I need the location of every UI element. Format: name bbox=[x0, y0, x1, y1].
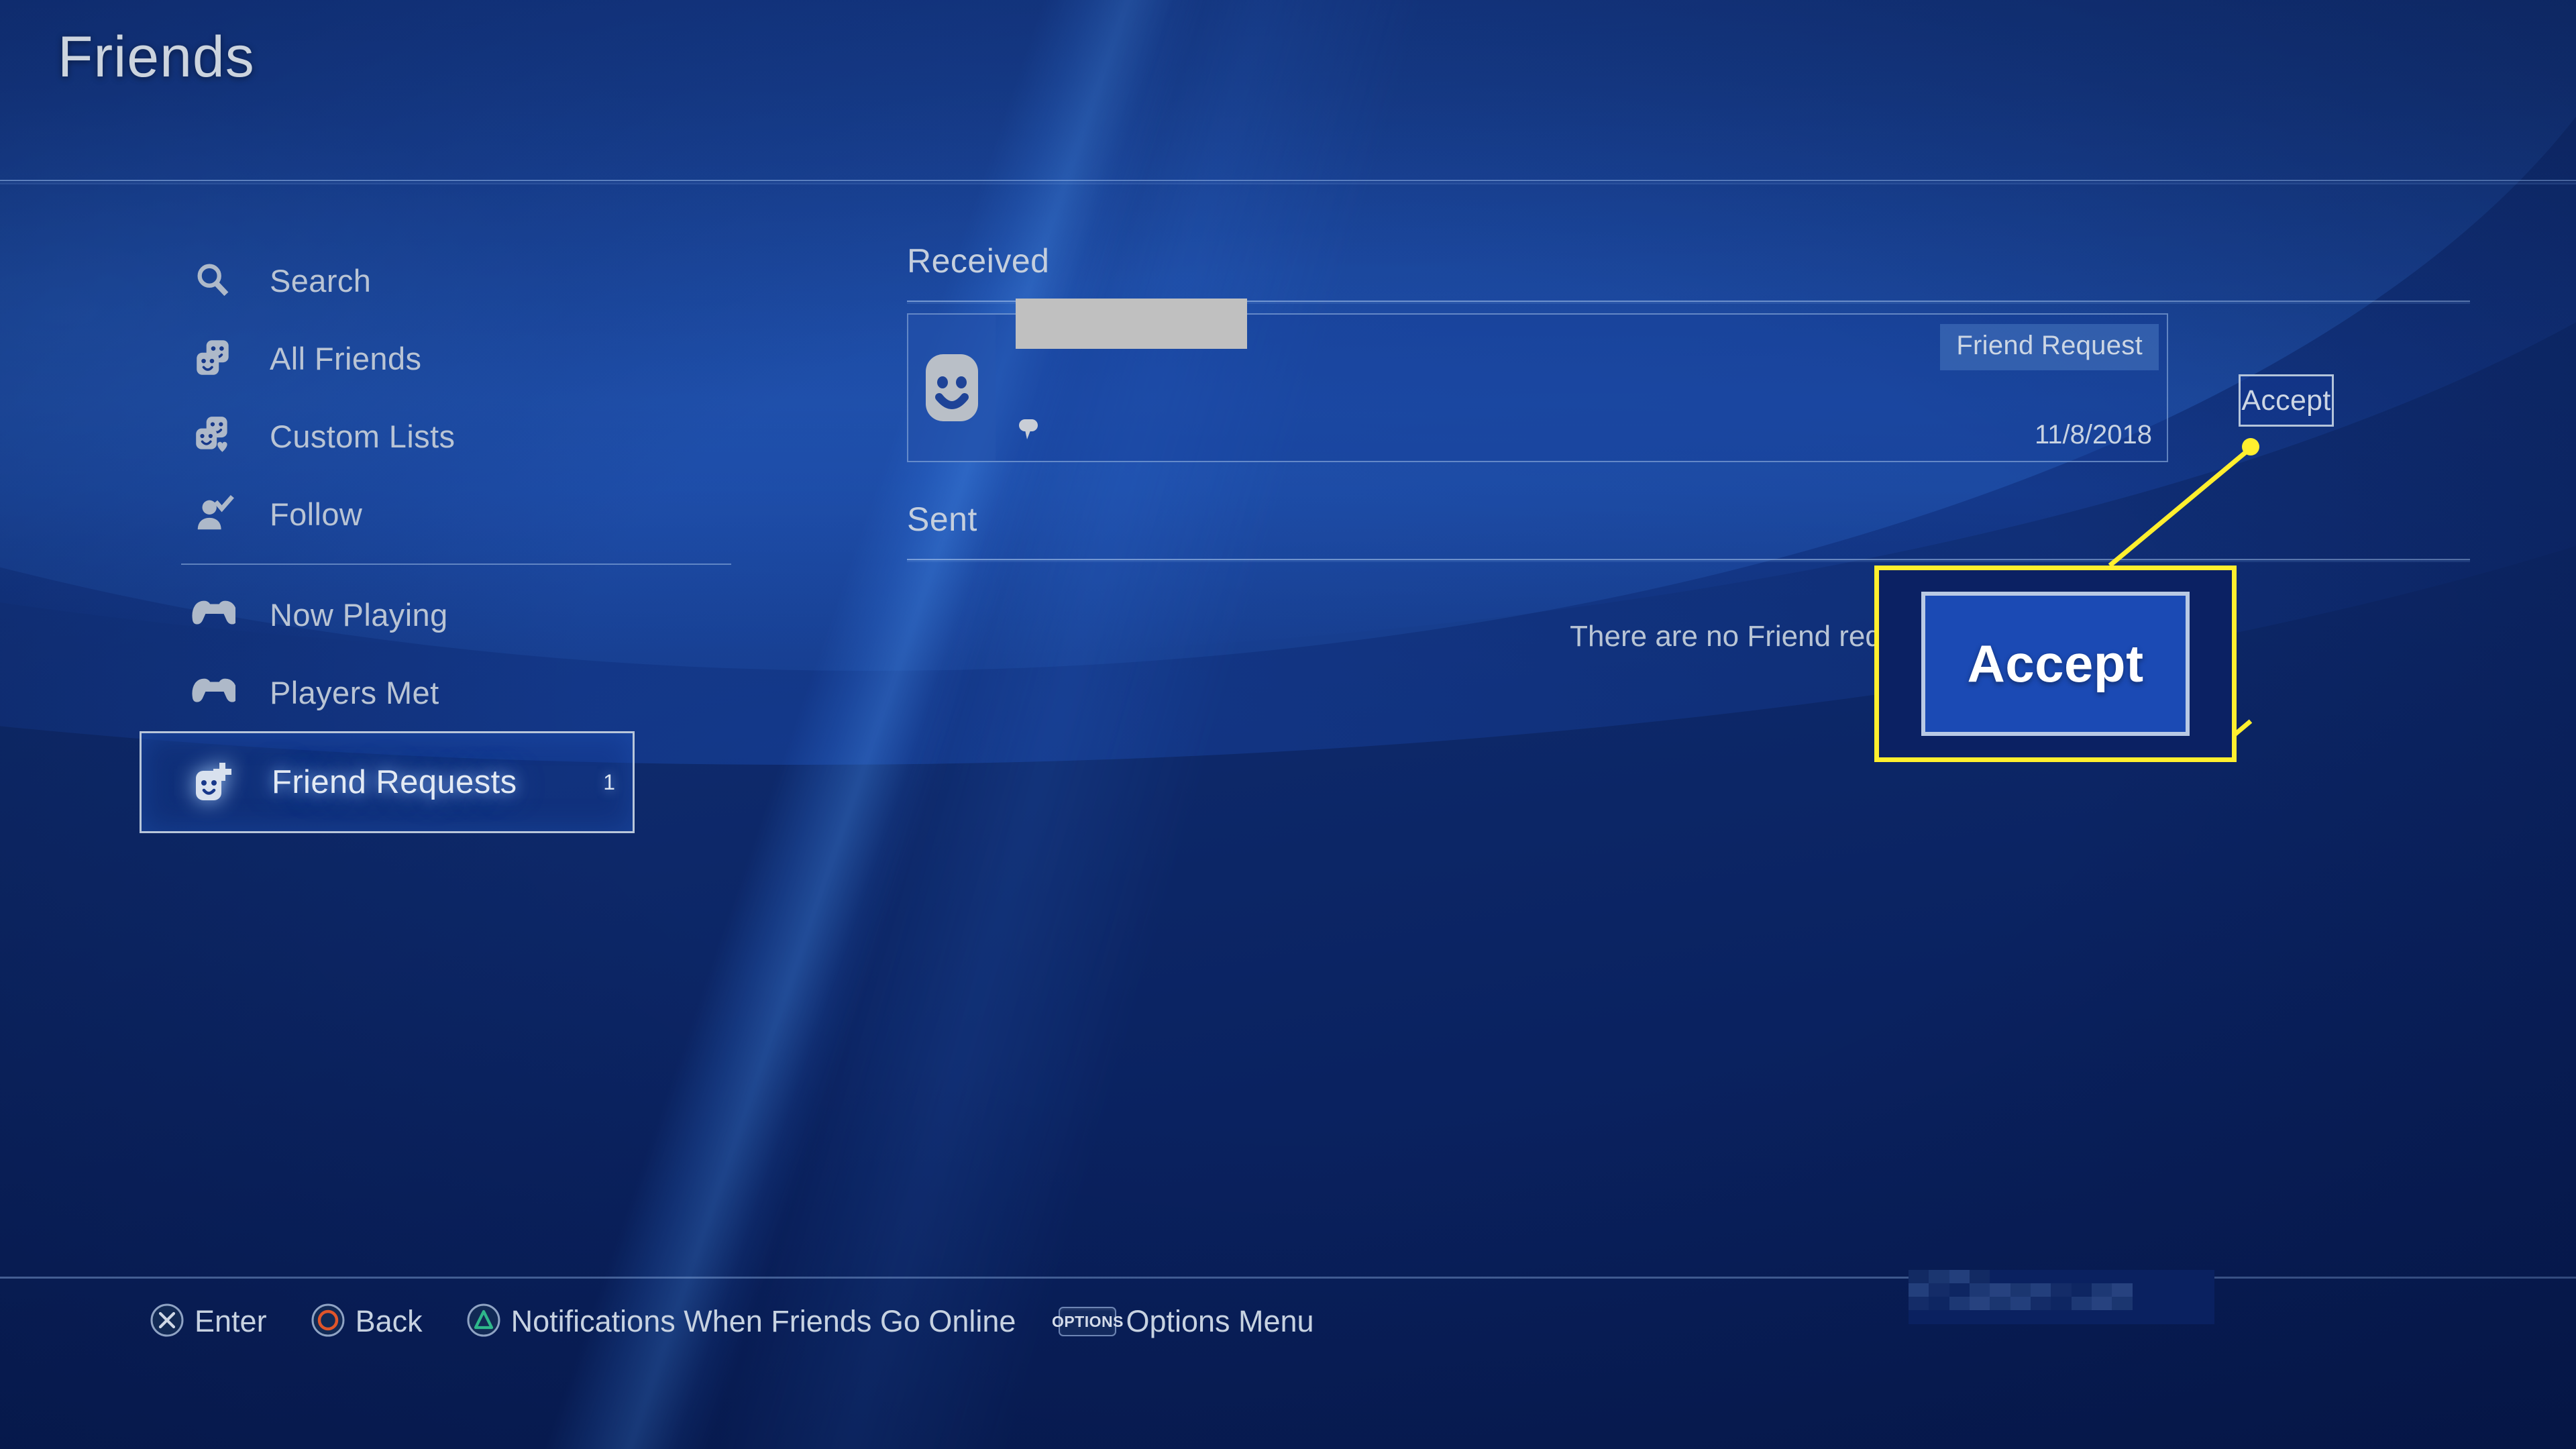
faces-heart-icon bbox=[181, 414, 246, 458]
ps4-friends-screen: Friends Search All Friends Custom Lists … bbox=[0, 0, 2576, 1449]
sidebar-nav: Search All Friends Custom Lists Follow N… bbox=[140, 241, 798, 833]
sidebar-item-players-met[interactable]: Players Met bbox=[181, 653, 798, 731]
options-button-icon: OPTIONS bbox=[1052, 1307, 1123, 1336]
sidebar-item-label: Search bbox=[270, 262, 372, 299]
user-id-redaction bbox=[1909, 1270, 2214, 1324]
friends-faces-icon bbox=[181, 336, 246, 380]
header-divider bbox=[0, 180, 2576, 181]
options-pill-text: OPTIONS bbox=[1051, 1312, 1124, 1330]
status-badge: Friend Request bbox=[1940, 324, 2159, 370]
sidebar-item-friend-requests[interactable]: Friend Requests 1 bbox=[140, 731, 635, 833]
callout-accept-button-preview: Accept bbox=[1921, 592, 2190, 736]
sidebar-item-label: Custom Lists bbox=[270, 418, 455, 454]
page-title: Friends bbox=[58, 25, 255, 89]
hint-back[interactable]: Back bbox=[310, 1302, 423, 1342]
sidebar-item-label: Players Met bbox=[270, 674, 439, 710]
triangle-button-icon bbox=[466, 1302, 502, 1342]
username-redaction bbox=[1016, 299, 1247, 349]
callout-accept-label: Accept bbox=[1967, 634, 2144, 693]
person-check-icon bbox=[181, 493, 246, 535]
hint-enter[interactable]: Enter bbox=[149, 1302, 267, 1342]
sidebar-divider bbox=[181, 564, 731, 565]
callout-accept-zoom: Accept bbox=[1874, 566, 2237, 762]
search-icon bbox=[181, 260, 246, 301]
hint-label: Enter bbox=[195, 1304, 267, 1338]
sidebar-item-label: Follow bbox=[270, 496, 363, 532]
controller-icon bbox=[181, 676, 246, 709]
hint-notifications[interactable]: Notifications When Friends Go Online bbox=[466, 1302, 1016, 1342]
request-date: 11/8/2018 bbox=[2035, 420, 2152, 449]
hint-label: Notifications When Friends Go Online bbox=[511, 1304, 1016, 1338]
circle-button-icon bbox=[310, 1302, 346, 1342]
avatar bbox=[908, 315, 996, 461]
sidebar-item-all-friends[interactable]: All Friends bbox=[181, 319, 798, 397]
face-avatar-icon bbox=[926, 354, 978, 421]
friend-requests-count: 1 bbox=[603, 769, 615, 794]
request-row-body: Friend Request 11/8/2018 bbox=[996, 299, 2167, 461]
sidebar-item-follow[interactable]: Follow bbox=[181, 475, 798, 553]
cross-button-icon bbox=[149, 1302, 185, 1342]
sent-divider-soft bbox=[907, 560, 2470, 562]
received-title: Received bbox=[907, 242, 1050, 280]
speech-bubble-icon bbox=[1018, 419, 1040, 445]
sidebar-item-search[interactable]: Search bbox=[181, 241, 798, 319]
received-section: Received Friend Request 11/8/2018 bbox=[907, 241, 2470, 462]
sidebar-item-label: All Friends bbox=[270, 340, 422, 376]
table-row[interactable]: Friend Request 11/8/2018 bbox=[907, 299, 2168, 462]
controller-icon bbox=[181, 598, 246, 631]
sidebar-item-custom-lists[interactable]: Custom Lists bbox=[181, 397, 798, 475]
hint-label: Options Menu bbox=[1126, 1304, 1314, 1338]
sidebar-item-label: Friend Requests bbox=[272, 764, 517, 800]
sent-title: Sent bbox=[907, 500, 977, 538]
sidebar-item-label: Now Playing bbox=[270, 596, 448, 633]
bottom-hint-bar: Enter Back Notifications When Friends Go… bbox=[149, 1288, 1357, 1355]
hint-label: Back bbox=[355, 1304, 423, 1338]
header-divider-soft bbox=[0, 182, 2576, 184]
accept-button[interactable]: Accept bbox=[2239, 374, 2334, 427]
face-plus-icon bbox=[183, 759, 248, 806]
hint-options-menu[interactable]: OPTIONS Options Menu bbox=[1052, 1304, 1314, 1339]
sidebar-item-now-playing[interactable]: Now Playing bbox=[181, 576, 798, 653]
accept-button-label: Accept bbox=[2241, 384, 2331, 417]
